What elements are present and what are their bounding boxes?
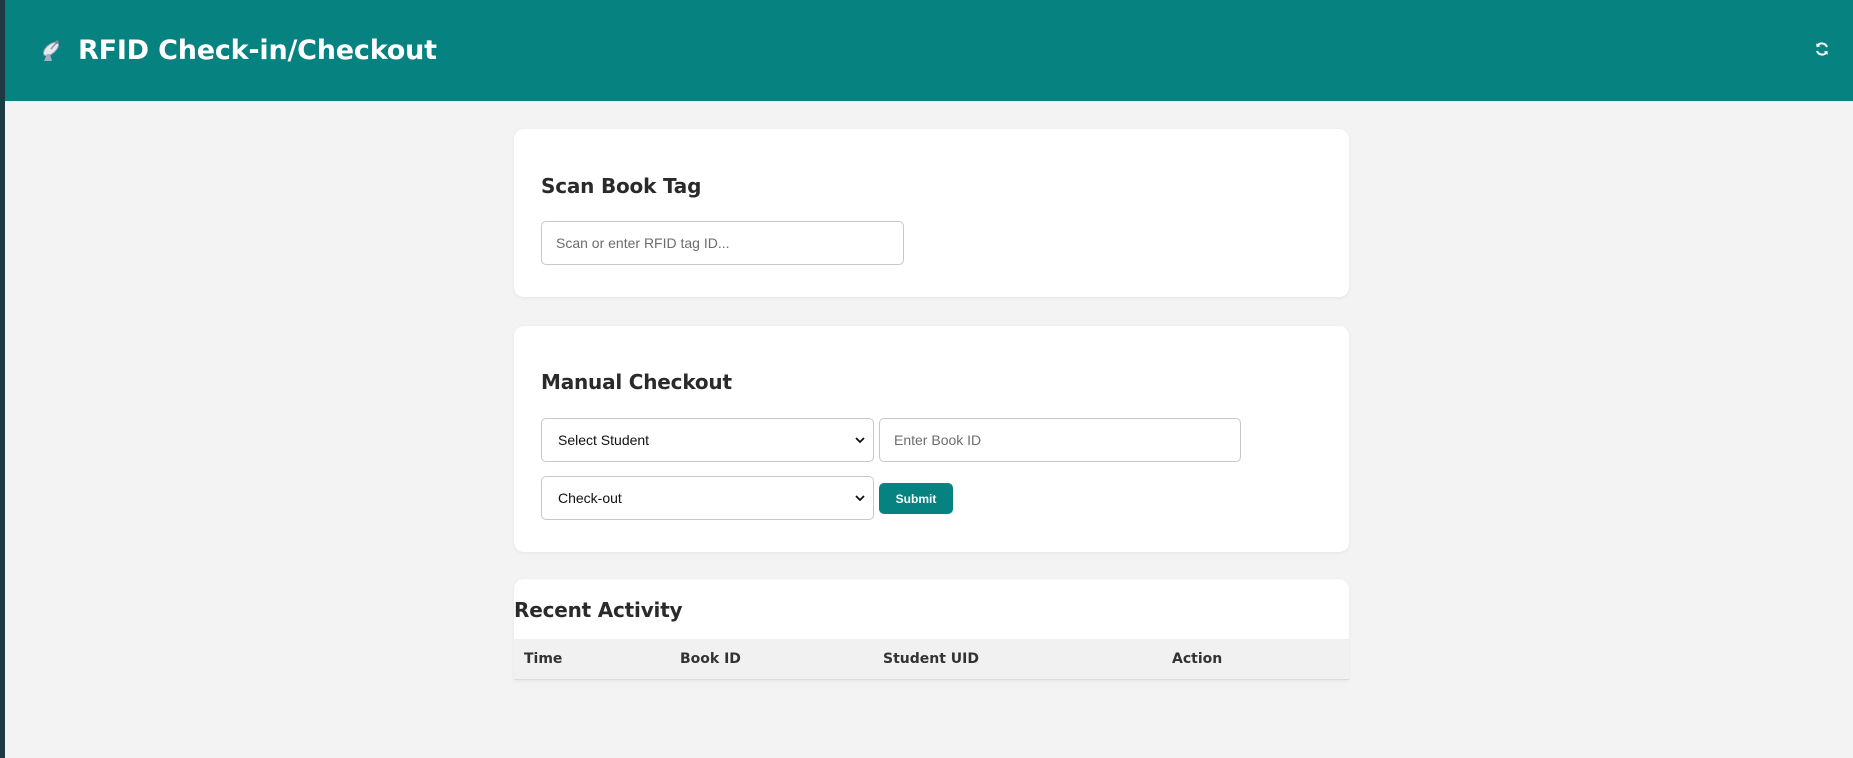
column-header-book-id: Book ID xyxy=(680,651,741,667)
recent-activity-card: Recent Activity Time Book ID Student UID… xyxy=(514,579,1349,680)
refresh-icon xyxy=(1816,42,1828,56)
top-bar: RFID Check-in/Checkout xyxy=(5,0,1853,101)
satellite-antenna-icon xyxy=(38,36,66,64)
refresh-button[interactable] xyxy=(1811,38,1833,60)
student-select-value: Select Student xyxy=(558,432,650,448)
chevron-down-icon xyxy=(855,495,865,502)
column-header-action: Action xyxy=(1172,651,1223,667)
chevron-down-icon xyxy=(855,437,865,444)
manual-checkout-card: Manual Checkout Select Student Check-out… xyxy=(514,326,1349,552)
app-window: RFID Check-in/Checkout Scan Book Tag Man… xyxy=(5,0,1853,758)
scan-book-tag-card: Scan Book Tag xyxy=(514,129,1349,297)
submit-button[interactable]: Submit xyxy=(879,483,953,514)
book-id-input[interactable] xyxy=(879,418,1241,462)
student-select[interactable]: Select Student xyxy=(541,418,874,462)
brand: RFID Check-in/Checkout xyxy=(38,28,437,72)
action-select-value: Check-out xyxy=(558,490,622,506)
scan-card-heading: Scan Book Tag xyxy=(541,174,702,198)
action-select[interactable]: Check-out xyxy=(541,476,874,520)
column-header-time: Time xyxy=(524,651,563,667)
app-title: RFID Check-in/Checkout xyxy=(78,34,437,66)
activity-table-header: Time Book ID Student UID Action xyxy=(514,639,1349,680)
rfid-tag-input[interactable] xyxy=(541,221,904,265)
column-header-student-uid: Student UID xyxy=(883,651,979,667)
recent-activity-heading: Recent Activity xyxy=(514,598,683,622)
manual-card-heading: Manual Checkout xyxy=(541,370,732,394)
